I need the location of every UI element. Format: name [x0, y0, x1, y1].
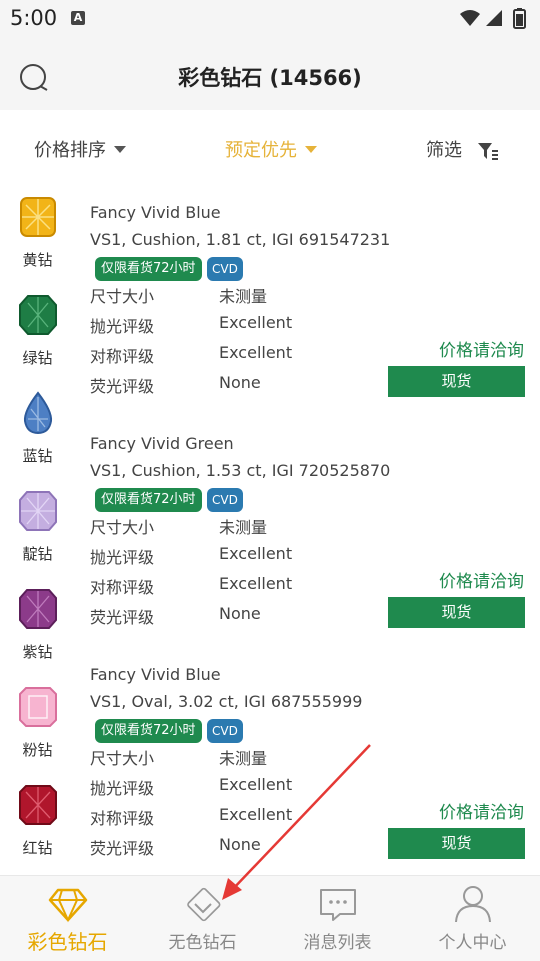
sidebar-item-green[interactable]: 绿钻 — [0, 283, 75, 381]
size-value: 未测量 — [219, 518, 268, 537]
card-title: Fancy Vivid Blue — [90, 203, 221, 222]
symmetry-label: 对称评级 — [90, 347, 155, 366]
status-time: 5:00 — [10, 6, 58, 30]
symmetry-label: 对称评级 — [90, 578, 155, 597]
symmetry-value: Excellent — [219, 343, 293, 362]
diamond-card[interactable]: Fancy Vivid Blue VS1, Cushion, 1.81 ct, … — [75, 185, 540, 415]
cvd-badge: CVD — [207, 719, 243, 743]
fluorescence-value: None — [219, 373, 261, 392]
fluorescence-label: 荧光评级 — [90, 608, 155, 627]
sidebar-label: 靛钻 — [22, 545, 53, 563]
header: 彩色钻石 (14566) — [0, 40, 540, 110]
polish-value: Excellent — [219, 775, 293, 794]
price-sort-dropdown[interactable]: 价格排序 — [34, 136, 126, 162]
yellow-diamond-icon — [20, 197, 56, 237]
fluorescence-label: 荧光评级 — [90, 377, 155, 396]
tab-messages[interactable]: 消息列表 — [270, 876, 405, 961]
diamond-card[interactable]: Fancy Vivid Green VS1, Cushion, 1.53 ct,… — [75, 416, 540, 646]
sidebar-item-red[interactable]: 红钻 — [0, 773, 75, 871]
viewing-limit-badge: 仅限看货72小时 — [95, 488, 202, 512]
priority-dropdown[interactable]: 预定优先 — [225, 136, 317, 162]
polish-value: Excellent — [219, 313, 293, 332]
tab-label: 彩色钻石 — [27, 930, 108, 954]
tab-colored-diamonds[interactable]: 彩色钻石 — [0, 876, 135, 961]
diamond-outline-icon — [187, 887, 221, 922]
tab-label: 个人中心 — [438, 933, 507, 953]
size-value: 未测量 — [219, 749, 268, 768]
tab-profile[interactable]: 个人中心 — [405, 876, 540, 961]
polish-label: 抛光评级 — [90, 779, 155, 798]
filter-button[interactable]: 筛选 — [426, 136, 500, 162]
sidebar-label: 红钻 — [22, 839, 53, 857]
size-value: 未测量 — [219, 287, 268, 306]
sidebar-label: 黄钻 — [22, 251, 53, 269]
sidebar-item-pink[interactable]: 粉钻 — [0, 675, 75, 773]
symmetry-value: Excellent — [219, 574, 293, 593]
notification-a-icon: A — [71, 11, 85, 25]
status-icons — [458, 8, 532, 34]
wifi-signal-battery-icon — [460, 8, 526, 29]
tab-label: 无色钻石 — [168, 933, 237, 953]
fluorescence-label: 荧光评级 — [90, 839, 155, 858]
price-sort-label: 价格排序 — [34, 140, 106, 161]
card-specs: VS1, Cushion, 1.53 ct, IGI 720525870 — [90, 461, 391, 480]
category-sidebar: 黄钻 绿钻 蓝钻 靛钻 紫钻 粉钻 红钻 — [0, 185, 75, 875]
sidebar-label: 蓝钻 — [22, 447, 53, 465]
cvd-badge: CVD — [207, 257, 243, 281]
sidebar-item-blue[interactable]: 蓝钻 — [0, 381, 75, 479]
person-icon — [455, 886, 491, 923]
sidebar-label: 绿钻 — [22, 349, 53, 367]
filter-icon — [477, 143, 498, 160]
message-icon — [320, 889, 356, 921]
priority-label: 预定优先 — [225, 140, 297, 161]
viewing-limit-badge: 仅限看货72小时 — [95, 257, 202, 281]
filter-bar: 价格排序 预定优先 筛选 — [0, 110, 540, 185]
page-title: 彩色钻石 (14566) — [178, 66, 362, 90]
fluorescence-value: None — [219, 604, 261, 623]
in-stock-button[interactable]: 现货 — [388, 828, 525, 859]
sidebar-item-yellow[interactable]: 黄钻 — [0, 185, 75, 283]
sidebar-label: 紫钻 — [22, 643, 53, 661]
card-title: Fancy Vivid Green — [90, 434, 234, 453]
fluorescence-value: None — [219, 835, 261, 854]
tab-label: 消息列表 — [303, 933, 372, 953]
cvd-badge: CVD — [207, 488, 243, 512]
tab-colorless-diamonds[interactable]: 无色钻石 — [135, 876, 270, 961]
size-label: 尺寸大小 — [90, 287, 155, 306]
size-label: 尺寸大小 — [90, 518, 155, 537]
status-bar: 5:00 A — [0, 0, 540, 40]
symmetry-value: Excellent — [219, 805, 293, 824]
price-inquiry[interactable]: 价格请洽询 — [439, 798, 524, 823]
indigo-diamond-icon — [19, 491, 57, 531]
price-inquiry[interactable]: 价格请洽询 — [439, 336, 524, 361]
card-title: Fancy Vivid Blue — [90, 665, 221, 684]
purple-diamond-icon — [19, 589, 57, 629]
blue-diamond-icon — [23, 391, 53, 435]
sidebar-label: 粉钻 — [22, 741, 53, 759]
green-diamond-icon — [19, 295, 57, 335]
size-label: 尺寸大小 — [90, 749, 155, 768]
red-diamond-icon — [19, 785, 57, 825]
card-specs: VS1, Oval, 3.02 ct, IGI 687555999 — [90, 692, 363, 711]
symmetry-label: 对称评级 — [90, 809, 155, 828]
viewing-limit-badge: 仅限看货72小时 — [95, 719, 202, 743]
diamond-icon — [48, 888, 88, 923]
polish-label: 抛光评级 — [90, 317, 155, 336]
chevron-down-icon — [305, 145, 317, 153]
filter-label: 筛选 — [426, 140, 462, 161]
bottom-tab-bar: 彩色钻石 无色钻石 消息列表 个人中心 — [0, 875, 540, 961]
in-stock-button[interactable]: 现货 — [388, 597, 525, 628]
chevron-down-icon — [114, 145, 126, 153]
diamond-card[interactable]: Fancy Vivid Blue VS1, Oval, 3.02 ct, IGI… — [75, 647, 540, 877]
price-inquiry[interactable]: 价格请洽询 — [439, 567, 524, 592]
sidebar-item-purple[interactable]: 紫钻 — [0, 577, 75, 675]
card-specs: VS1, Cushion, 1.81 ct, IGI 691547231 — [90, 230, 391, 249]
sidebar-item-indigo[interactable]: 靛钻 — [0, 479, 75, 577]
polish-label: 抛光评级 — [90, 548, 155, 567]
in-stock-button[interactable]: 现货 — [388, 366, 525, 397]
pink-diamond-icon — [19, 687, 57, 727]
polish-value: Excellent — [219, 544, 293, 563]
